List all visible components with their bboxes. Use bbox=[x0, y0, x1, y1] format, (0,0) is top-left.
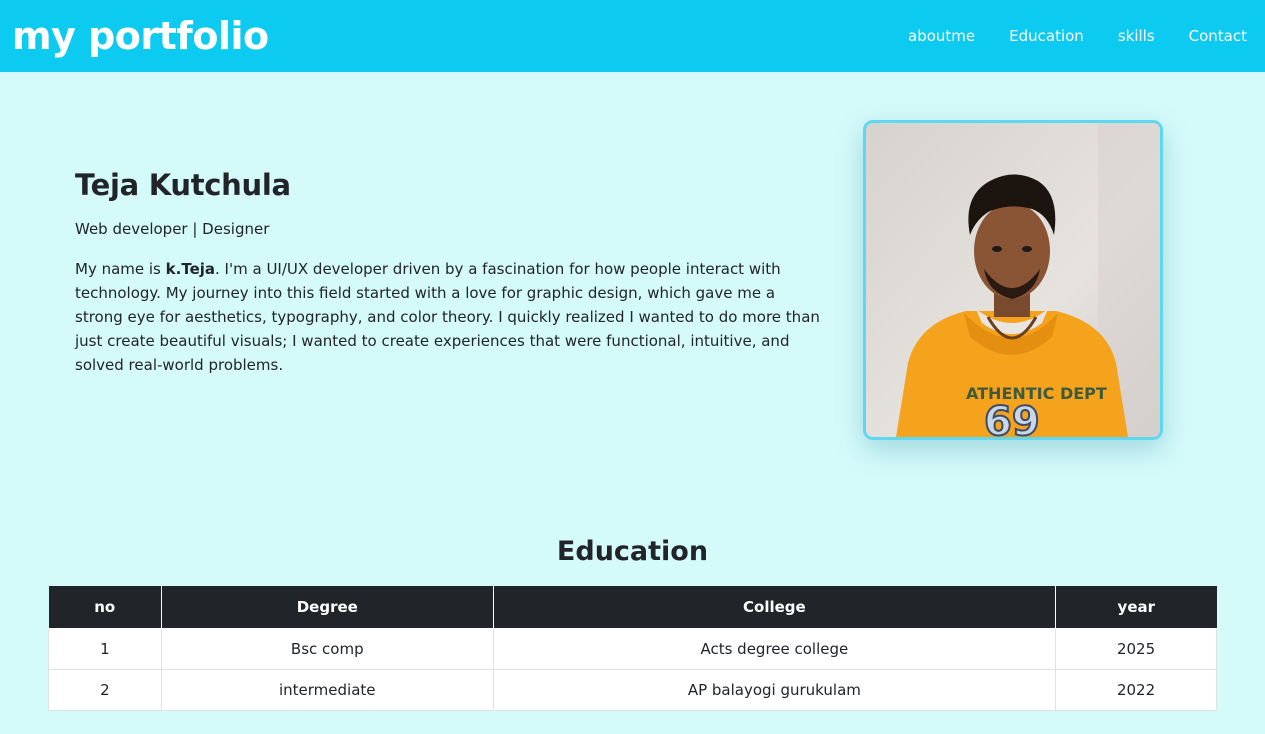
cell-no: 2 bbox=[48, 668, 162, 711]
cell-year: 2025 bbox=[1055, 627, 1217, 670]
bio-prefix: My name is bbox=[75, 260, 166, 278]
navbar: my portfolio aboutme Education skills Co… bbox=[0, 0, 1265, 72]
nav-link-contact[interactable]: Contact bbox=[1181, 27, 1255, 45]
svg-text:69: 69 bbox=[984, 399, 1040, 437]
bio-bold-name: k.Teja bbox=[165, 260, 216, 278]
header-no: no bbox=[48, 586, 162, 629]
education-table: no Degree College year 1 Bsc comp Acts d… bbox=[48, 586, 1217, 711]
header-year: year bbox=[1055, 586, 1217, 629]
nav-link-aboutme[interactable]: aboutme bbox=[900, 27, 983, 45]
cell-no: 1 bbox=[48, 627, 162, 670]
nav-link-skills[interactable]: skills bbox=[1110, 27, 1163, 45]
cell-degree: intermediate bbox=[160, 668, 494, 711]
table-row: 1 Bsc comp Acts degree college 2025 bbox=[48, 627, 1217, 670]
cell-college: AP balayogi gurukulam bbox=[492, 668, 1057, 711]
header-college: College bbox=[492, 586, 1057, 629]
cell-college: Acts degree college bbox=[492, 627, 1057, 670]
education-title: Education bbox=[556, 536, 709, 567]
table-header-row: no Degree College year bbox=[48, 586, 1217, 629]
profile-bio: My name is k.Teja. I'm a UI/UX developer… bbox=[75, 257, 820, 377]
profile-photo: ATHENTIC DEPT 69 bbox=[863, 120, 1163, 440]
nav-links: aboutme Education skills Contact bbox=[882, 27, 1255, 45]
profile-subtitle: Web developer | Designer bbox=[75, 220, 270, 238]
header-degree: Degree bbox=[160, 586, 494, 629]
nav-link-education[interactable]: Education bbox=[1001, 27, 1092, 45]
profile-name: Teja Kutchula bbox=[75, 168, 291, 202]
cell-year: 2022 bbox=[1055, 668, 1217, 711]
about-section: Teja Kutchula Web developer | Designer M… bbox=[75, 168, 820, 377]
profile-photo-illustration: ATHENTIC DEPT 69 bbox=[866, 123, 1160, 437]
cell-degree: Bsc comp bbox=[160, 627, 494, 670]
brand-link[interactable]: my portfolio bbox=[12, 0, 269, 72]
table-row: 2 intermediate AP balayogi gurukulam 202… bbox=[48, 668, 1217, 711]
